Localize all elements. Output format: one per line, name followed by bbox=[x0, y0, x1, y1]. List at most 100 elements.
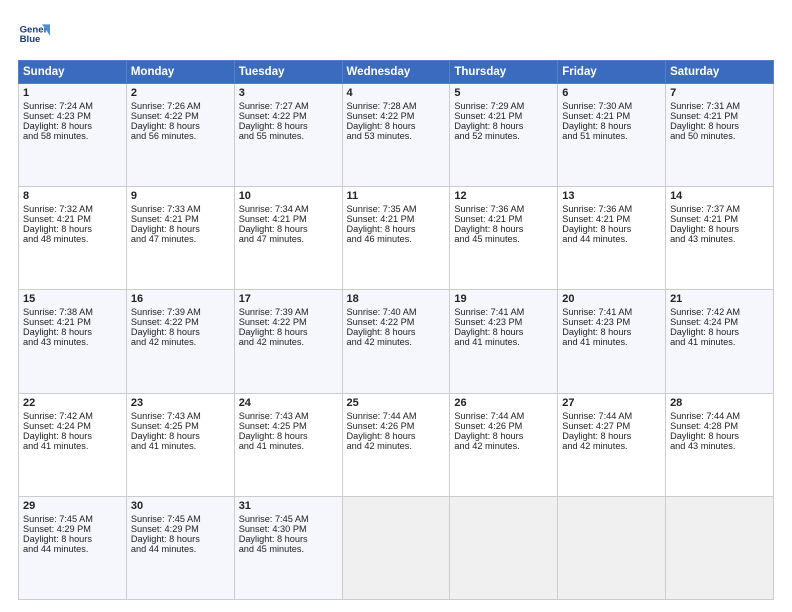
cell-info-line: and 41 minutes. bbox=[454, 337, 553, 347]
weekday-header-saturday: Saturday bbox=[666, 61, 774, 84]
calendar-header-row: SundayMondayTuesdayWednesdayThursdayFrid… bbox=[19, 61, 774, 84]
day-number: 22 bbox=[23, 397, 122, 409]
cell-info-line: and 48 minutes. bbox=[23, 234, 122, 244]
cell-info-line: Sunset: 4:21 PM bbox=[562, 111, 661, 121]
calendar-cell: 23Sunrise: 7:43 AMSunset: 4:25 PMDayligh… bbox=[126, 393, 234, 496]
cell-info-line: Sunset: 4:21 PM bbox=[454, 214, 553, 224]
cell-info-line: Sunrise: 7:44 AM bbox=[562, 411, 661, 421]
day-number: 12 bbox=[454, 190, 553, 202]
cell-info-line: Sunset: 4:22 PM bbox=[347, 111, 446, 121]
cell-info-line: Sunrise: 7:44 AM bbox=[670, 411, 769, 421]
day-number: 15 bbox=[23, 293, 122, 305]
cell-info-line: Sunrise: 7:43 AM bbox=[131, 411, 230, 421]
cell-info-line: Sunrise: 7:33 AM bbox=[131, 204, 230, 214]
cell-info-line: Daylight: 8 hours bbox=[239, 327, 338, 337]
calendar-cell: 1Sunrise: 7:24 AMSunset: 4:23 PMDaylight… bbox=[19, 84, 127, 187]
day-number: 20 bbox=[562, 293, 661, 305]
calendar-cell: 6Sunrise: 7:30 AMSunset: 4:21 PMDaylight… bbox=[558, 84, 666, 187]
calendar-cell: 19Sunrise: 7:41 AMSunset: 4:23 PMDayligh… bbox=[450, 290, 558, 393]
cell-info-line: Daylight: 8 hours bbox=[23, 121, 122, 131]
cell-info-line: Sunset: 4:23 PM bbox=[562, 317, 661, 327]
cell-info-line: Daylight: 8 hours bbox=[562, 327, 661, 337]
calendar-cell: 18 Sunrise: 7:40 AMSunset: 4:22 PMDayligh… bbox=[342, 290, 450, 393]
calendar-table: SundayMondayTuesdayWednesdayThursdayFrid… bbox=[18, 60, 774, 600]
cell-info-line: Sunrise: 7:42 AM bbox=[23, 411, 122, 421]
cell-info-line: Daylight: 8 hours bbox=[454, 121, 553, 131]
cell-info-line: Sunset: 4:21 PM bbox=[670, 111, 769, 121]
weekday-header-thursday: Thursday bbox=[450, 61, 558, 84]
header: General Blue bbox=[18, 18, 774, 50]
cell-info-line: Sunset: 4:21 PM bbox=[670, 214, 769, 224]
cell-info-line: Sunrise: 7:37 AM bbox=[670, 204, 769, 214]
cell-info-line: and 44 minutes. bbox=[131, 544, 230, 554]
cell-info-line: and 42 minutes. bbox=[239, 337, 338, 347]
cell-info-line: Daylight: 8 hours bbox=[239, 534, 338, 544]
weekday-header-monday: Monday bbox=[126, 61, 234, 84]
cell-info-line: and 47 minutes. bbox=[239, 234, 338, 244]
cell-info-line: Sunset: 4:22 PM bbox=[131, 111, 230, 121]
cell-info-line: Daylight: 8 hours bbox=[347, 327, 446, 337]
cell-info-line: Sunrise: 7:35 AM bbox=[347, 204, 446, 214]
calendar-cell bbox=[342, 496, 450, 599]
cell-info-line: and 42 minutes. bbox=[347, 337, 446, 347]
cell-info-line: and 43 minutes. bbox=[670, 234, 769, 244]
day-number: 26 bbox=[454, 397, 553, 409]
day-number: 16 bbox=[131, 293, 230, 305]
calendar-cell: 3Sunrise: 7:27 AMSunset: 4:22 PMDaylight… bbox=[234, 84, 342, 187]
cell-info-line: Sunrise: 7:38 AM bbox=[23, 307, 122, 317]
cell-info-line: and 42 minutes. bbox=[454, 441, 553, 451]
cell-info-line: and 41 minutes. bbox=[131, 441, 230, 451]
day-number: 24 bbox=[239, 397, 338, 409]
cell-info-line: Sunrise: 7:41 AM bbox=[562, 307, 661, 317]
cell-info-line: Sunrise: 7:36 AM bbox=[562, 204, 661, 214]
logo: General Blue bbox=[18, 18, 50, 50]
cell-info-line: Sunset: 4:26 PM bbox=[347, 421, 446, 431]
day-number: 18 bbox=[347, 293, 446, 305]
calendar-cell bbox=[666, 496, 774, 599]
cell-info-line: Sunrise: 7:42 AM bbox=[670, 307, 769, 317]
calendar-cell: 28Sunrise: 7:44 AMSunset: 4:28 PMDayligh… bbox=[666, 393, 774, 496]
day-number: 14 bbox=[670, 190, 769, 202]
cell-info-line: Daylight: 8 hours bbox=[23, 224, 122, 234]
calendar-cell: 7Sunrise: 7:31 AMSunset: 4:21 PMDaylight… bbox=[666, 84, 774, 187]
calendar-cell: 13Sunrise: 7:36 AMSunset: 4:21 PMDayligh… bbox=[558, 187, 666, 290]
calendar-week-4: 22Sunrise: 7:42 AMSunset: 4:24 PMDayligh… bbox=[19, 393, 774, 496]
calendar-cell: 24Sunrise: 7:43 AMSunset: 4:25 PMDayligh… bbox=[234, 393, 342, 496]
cell-info-line: and 44 minutes. bbox=[562, 234, 661, 244]
cell-info-line: Sunrise: 7:45 AM bbox=[23, 514, 122, 524]
calendar-cell: 12Sunrise: 7:36 AMSunset: 4:21 PMDayligh… bbox=[450, 187, 558, 290]
cell-info-line: Sunset: 4:22 PM bbox=[131, 317, 230, 327]
cell-info-line: Daylight: 8 hours bbox=[23, 327, 122, 337]
calendar-cell: 5Sunrise: 7:29 AMSunset: 4:21 PMDaylight… bbox=[450, 84, 558, 187]
cell-info-line: Daylight: 8 hours bbox=[347, 121, 446, 131]
cell-info-line: Daylight: 8 hours bbox=[562, 224, 661, 234]
day-number: 25 bbox=[347, 397, 446, 409]
cell-info-line: Sunrise: 7:40 AM bbox=[347, 307, 446, 317]
day-number: 29 bbox=[23, 500, 122, 512]
cell-info-line: and 47 minutes. bbox=[131, 234, 230, 244]
day-number: 4 bbox=[347, 87, 446, 99]
calendar-week-3: 15Sunrise: 7:38 AMSunset: 4:21 PMDayligh… bbox=[19, 290, 774, 393]
cell-info-line: and 45 minutes. bbox=[454, 234, 553, 244]
day-number: 21 bbox=[670, 293, 769, 305]
calendar-cell: 22Sunrise: 7:42 AMSunset: 4:24 PMDayligh… bbox=[19, 393, 127, 496]
calendar-cell: 31Sunrise: 7:45 AMSunset: 4:30 PMDayligh… bbox=[234, 496, 342, 599]
cell-info-line: Sunset: 4:21 PM bbox=[347, 214, 446, 224]
day-number: 7 bbox=[670, 87, 769, 99]
day-number: 27 bbox=[562, 397, 661, 409]
cell-info-line: Sunset: 4:21 PM bbox=[23, 317, 122, 327]
day-number: 5 bbox=[454, 87, 553, 99]
cell-info-line: and 52 minutes. bbox=[454, 131, 553, 141]
cell-info-line: Sunset: 4:21 PM bbox=[131, 214, 230, 224]
cell-info-line: Sunset: 4:29 PM bbox=[131, 524, 230, 534]
cell-info-line: Sunrise: 7:24 AM bbox=[23, 101, 122, 111]
cell-info-line: Daylight: 8 hours bbox=[23, 431, 122, 441]
cell-info-line: Sunset: 4:22 PM bbox=[347, 317, 446, 327]
cell-info-line: Sunset: 4:28 PM bbox=[670, 421, 769, 431]
cell-info-line: Daylight: 8 hours bbox=[670, 327, 769, 337]
day-number: 9 bbox=[131, 190, 230, 202]
day-number: 3 bbox=[239, 87, 338, 99]
cell-info-line: and 55 minutes. bbox=[239, 131, 338, 141]
cell-info-line: Sunrise: 7:39 AM bbox=[131, 307, 230, 317]
day-number: 10 bbox=[239, 190, 338, 202]
